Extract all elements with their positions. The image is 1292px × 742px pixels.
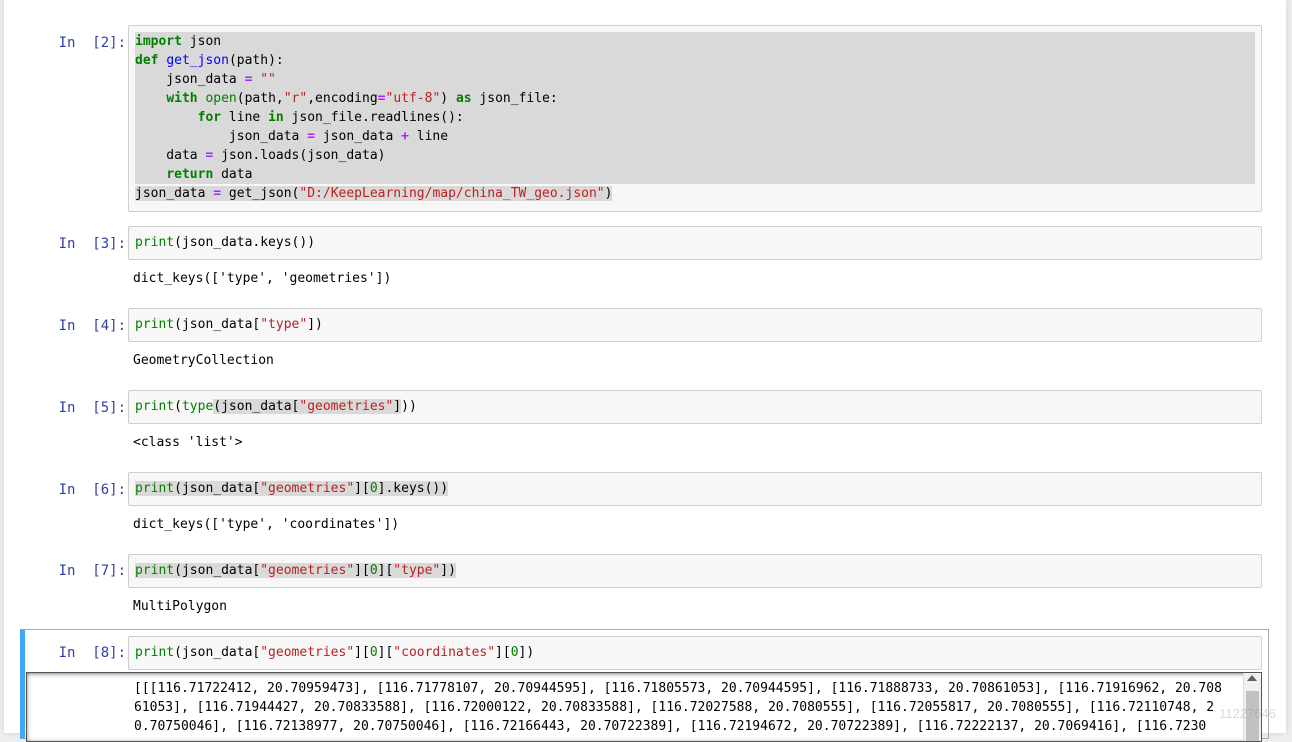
input-prompt: In [7]: <box>58 563 126 579</box>
code-text[interactable]: print(json_data["type"]) <box>129 309 1261 340</box>
code-text[interactable]: print(type(json_data["geometries"])) <box>129 391 1261 422</box>
cell-output: dict_keys(['type', 'geometries']) <box>133 271 392 286</box>
cell-output: [[[116.71722412, 20.70959473], [116.7177… <box>134 681 1222 734</box>
code-text[interactable]: print(json_data["geometries"][0]["type"]… <box>129 555 1261 586</box>
input-prompt: In [4]: <box>58 318 126 334</box>
cell-output: dict_keys(['type', 'coordinates']) <box>133 517 400 532</box>
input-prompt: In [8]: <box>58 645 126 661</box>
cell-output: MultiPolygon <box>133 599 227 614</box>
code-text[interactable]: print(json_data["geometries"][0]["coordi… <box>129 637 1261 668</box>
code-text[interactable]: print(json_data.keys()) <box>129 227 1261 258</box>
notebook-container: In [2]: import json def get_json(path): … <box>4 0 1286 742</box>
input-prompt: In [5]: <box>58 400 126 416</box>
input-prompt: In [3]: <box>58 236 126 252</box>
code-input[interactable]: print(json_data["geometries"][0]["coordi… <box>128 636 1262 670</box>
code-input[interactable]: print(json_data["geometries"][0].keys()) <box>128 472 1262 506</box>
cell-output: <class 'list'> <box>133 435 243 450</box>
code-text[interactable]: import json def get_json(path): json_dat… <box>129 26 1261 209</box>
input-prompt: In [2]: <box>58 35 126 51</box>
code-text[interactable]: print(json_data["geometries"][0].keys()) <box>129 473 1261 504</box>
scrollable-output[interactable]: [[[116.71722412, 20.70959473], [116.7177… <box>26 672 1262 742</box>
code-input[interactable]: print(json_data["type"]) <box>128 308 1262 342</box>
input-prompt: In [6]: <box>58 482 126 498</box>
code-input[interactable]: print(json_data.keys()) <box>128 226 1262 260</box>
code-input[interactable]: print(json_data["geometries"][0]["type"]… <box>128 554 1262 588</box>
cell-output: GeometryCollection <box>133 353 274 368</box>
code-input[interactable]: import json def get_json(path): json_dat… <box>128 25 1262 212</box>
code-input[interactable]: print(type(json_data["geometries"])) <box>128 390 1262 424</box>
watermark: 11227646 <box>1219 706 1276 721</box>
scroll-up-arrow-icon[interactable] <box>1247 675 1257 681</box>
